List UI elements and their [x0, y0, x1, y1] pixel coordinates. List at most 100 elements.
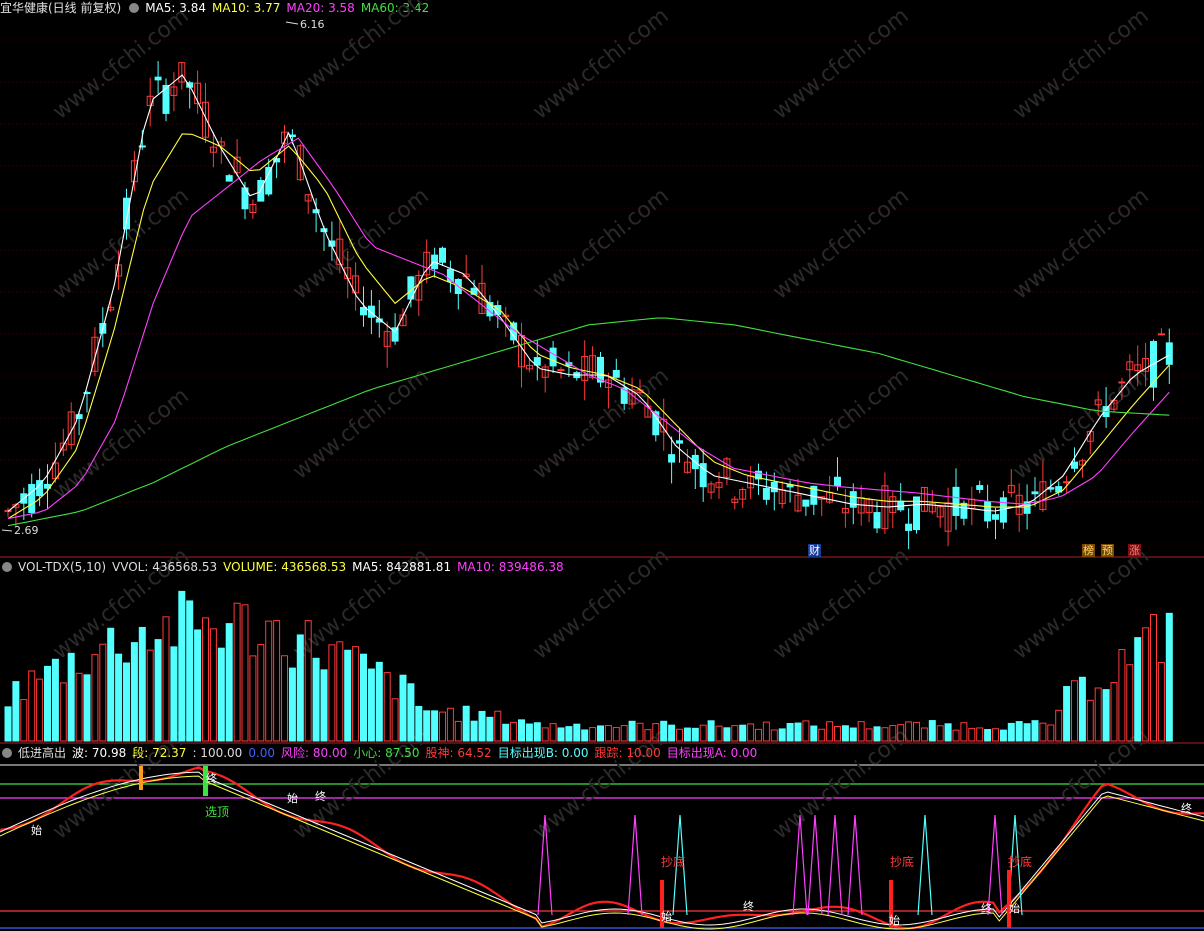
targetb-value: 目标出现B: 0.00: [497, 746, 589, 760]
vvol-value: VVOL: 436568.53: [112, 560, 218, 574]
volume-bar: [1134, 637, 1142, 742]
volume-bar: [541, 727, 549, 742]
watermark-text: www.cfchi.com: [1008, 543, 1153, 664]
candlestick-series: [4, 61, 1173, 550]
volume-bar: [976, 727, 984, 742]
volume-bar: [1007, 722, 1015, 742]
signal-bottom-1: 抄底: [661, 855, 686, 869]
candle-body: [960, 502, 968, 519]
candle-body: [154, 76, 162, 81]
candle-body: [123, 197, 130, 230]
signal-end-1: 终: [206, 772, 217, 785]
candle-body: [557, 369, 565, 372]
vol-menu-icon[interactable]: [2, 562, 12, 572]
volume-bar: [699, 724, 707, 742]
watermark-text: www.cfchi.com: [1008, 3, 1153, 124]
volume-bar: [138, 626, 146, 742]
signal-end-2: 终: [315, 790, 326, 803]
watermark-text: www.cfchi.com: [1008, 183, 1153, 304]
volume-bar: [794, 722, 802, 742]
volume-bar: [367, 668, 375, 742]
volume-bar: [589, 727, 597, 742]
vol-ma10-value: MA10: 839486.38: [457, 560, 564, 574]
volume-bar: [494, 710, 502, 742]
volume-bar: [873, 726, 881, 742]
signal-start-5: 始: [1009, 902, 1020, 915]
volume-bar: [44, 665, 51, 742]
risk-value: 风险: 80.00: [281, 746, 348, 760]
volume-bar: [383, 672, 391, 742]
volume-bar: [849, 727, 857, 742]
candle-body: [834, 476, 841, 487]
candle-body: [668, 454, 676, 463]
target-spike: [847, 814, 863, 916]
volume-bar: [360, 653, 367, 742]
vol-ma5-value: MA5: 842881.81: [352, 560, 452, 574]
volume-bar: [944, 723, 952, 742]
signal-end-3: 终: [743, 900, 754, 913]
volume-bar: [715, 725, 723, 742]
top-marker-orange: [139, 766, 143, 790]
volume-bar: [130, 642, 138, 742]
watermark-text: www.cfchi.com: [768, 543, 913, 664]
volume-bar: [225, 623, 233, 742]
volume-value: VOLUME: 436568.53: [223, 560, 347, 574]
volume-bar: [170, 646, 178, 742]
volume-bar: [233, 602, 241, 742]
volume-bar: [265, 620, 273, 742]
volume-bar: [446, 707, 454, 742]
volume-bar: [154, 639, 162, 742]
candle-body: [905, 523, 913, 531]
volume-bar: [91, 654, 99, 742]
volume-bar: [668, 724, 676, 742]
volume-bar: [984, 729, 992, 742]
signal-start-1: 始: [31, 824, 42, 837]
signal-bottom-2: 抄底: [890, 855, 915, 869]
volume-bar: [454, 720, 462, 742]
event-tag-list[interactable]: 榜: [1082, 544, 1095, 557]
volume-bar: [1063, 686, 1071, 742]
watermark-text: www.cfchi.com: [1008, 363, 1153, 484]
moving-average-lines: [7, 74, 1170, 527]
ind-menu-icon[interactable]: [2, 748, 12, 758]
volume-bar: [581, 729, 589, 742]
volume-bar: [273, 620, 281, 742]
target-spike: [917, 814, 933, 916]
volume-bar: [999, 729, 1007, 742]
vol-title: VOL-TDX(5,10): [18, 560, 107, 574]
candle-body: [28, 483, 36, 513]
signal-bottom-3: 抄底: [1008, 855, 1033, 869]
volume-bar: [344, 649, 352, 742]
event-tag-limit-up[interactable]: 涨: [1128, 544, 1141, 557]
candle-body: [549, 347, 557, 367]
volume-bar: [162, 616, 170, 742]
event-tag-forecast[interactable]: 预: [1101, 544, 1114, 557]
ind-panel-header: 低进高出 波: 70.98 段: 72.37: 100.00 0.00 风险: 80.0…: [0, 745, 763, 761]
volume-bar: [462, 705, 470, 742]
volume-bar: [660, 720, 668, 742]
volume-bar: [1039, 722, 1047, 742]
volume-bar: [841, 725, 849, 742]
volume-bar: [928, 720, 936, 742]
demon-value: 股神: 64.52: [425, 746, 492, 760]
volume-bar: [59, 682, 67, 742]
volume-bar: [810, 725, 818, 742]
candle-body: [367, 305, 375, 318]
volume-bar: [1150, 614, 1157, 742]
volume-bar: [51, 658, 59, 742]
volume-bar: [352, 646, 360, 742]
volume-bar: [952, 729, 960, 742]
volume-bar: [296, 634, 304, 742]
caution-value: 小心: 87.50: [353, 746, 420, 760]
target-spike: [827, 814, 843, 916]
candle-body: [1118, 381, 1126, 384]
volume-bar: [865, 728, 873, 742]
candle-body: [676, 440, 683, 444]
watermark-text: www.cfchi.com: [528, 3, 673, 124]
volume-bar: [628, 720, 636, 742]
candle-body: [952, 486, 960, 516]
event-tag-finance[interactable]: 财: [808, 544, 821, 557]
volume-bar: [723, 727, 731, 742]
signal-end-5: 终: [1181, 802, 1192, 815]
candle-body: [770, 481, 778, 493]
